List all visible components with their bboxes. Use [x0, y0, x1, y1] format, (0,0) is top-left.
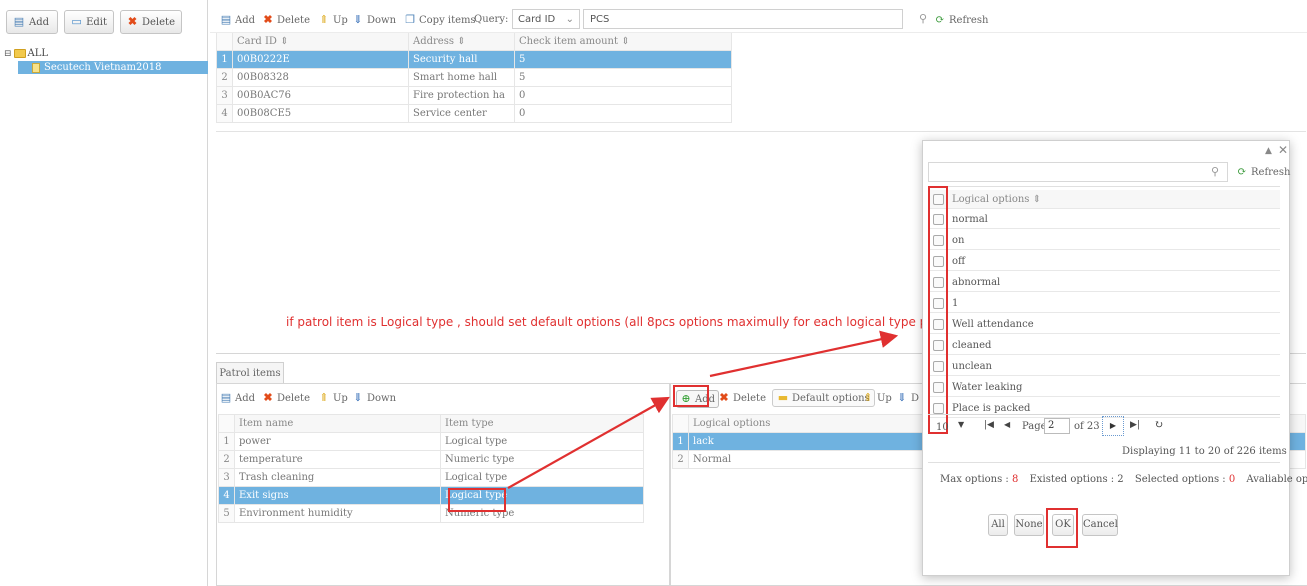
list-item[interactable]: 1	[928, 294, 1280, 313]
close-icon[interactable]: ✕	[1278, 143, 1288, 157]
chevron-down-icon[interactable]: ▼	[958, 420, 964, 429]
list-item[interactable]: on	[928, 231, 1280, 250]
dialog-refresh-button[interactable]: ⟳ Refresh	[1236, 166, 1290, 178]
max-options-value: 8	[1012, 474, 1019, 485]
dialog-list-header[interactable]: Logical options ⇕	[928, 190, 1280, 209]
options-stats: Max options : 8 Existed options : 2 Sele…	[940, 474, 1307, 485]
reload-icon[interactable]: ↻	[1154, 418, 1163, 431]
of-pages-label: of 23	[1074, 421, 1100, 432]
highlight-checkbox-column	[928, 186, 948, 434]
dialog-stats-divider	[928, 462, 1280, 463]
page-size-select[interactable]: 10	[936, 418, 958, 436]
displaying-text: Displaying 11 to 20 of 226 items	[1122, 446, 1287, 457]
list-item[interactable]: Well attendance	[928, 315, 1280, 334]
previous-page-icon[interactable]: ◀	[1004, 420, 1010, 429]
next-page-icon[interactable]: ▶	[1102, 416, 1124, 436]
search-icon[interactable]: ⚲	[1211, 165, 1219, 178]
highlight-ok-button	[1046, 508, 1078, 548]
arrow-to-add	[507, 396, 670, 489]
page-label: Page	[1022, 421, 1047, 432]
list-item[interactable]: normal	[928, 210, 1280, 229]
pager-divider	[928, 414, 1280, 415]
collapse-icon[interactable]: ▲	[1265, 146, 1272, 156]
list-item[interactable]: abnormal	[928, 273, 1280, 292]
list-item[interactable]: off	[928, 252, 1280, 271]
list-item[interactable]: cleaned	[928, 336, 1280, 355]
dialog-search-input[interactable]	[928, 162, 1228, 182]
selected-options-value: 0	[1228, 474, 1236, 485]
cancel-button[interactable]: Cancel	[1082, 514, 1118, 536]
last-page-icon[interactable]: ▶|	[1130, 420, 1140, 430]
page-number-input[interactable]: 2	[1044, 418, 1070, 434]
all-button[interactable]: All	[988, 514, 1008, 536]
list-item[interactable]: Water leaking	[928, 378, 1280, 397]
arrow-to-dialog	[709, 330, 899, 378]
none-button[interactable]: None	[1014, 514, 1044, 536]
list-item[interactable]: unclean	[928, 357, 1280, 376]
refresh-icon: ⟳	[1237, 165, 1247, 178]
dialog-list-top	[928, 186, 1280, 187]
first-page-icon[interactable]: |◀	[984, 420, 994, 430]
